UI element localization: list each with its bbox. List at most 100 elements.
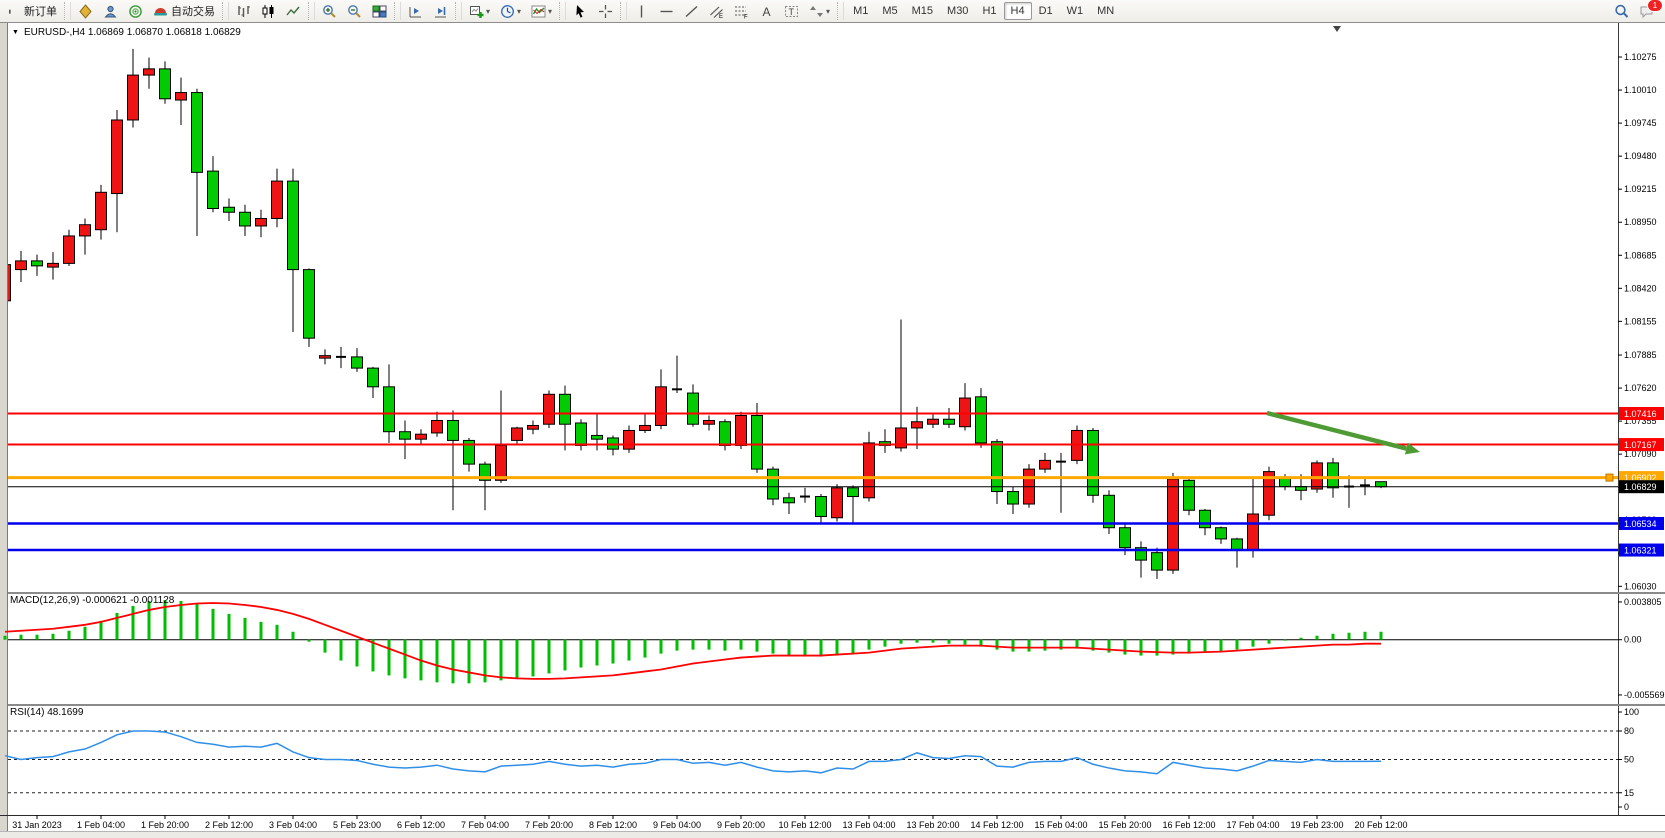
svg-text:E: E [719, 14, 723, 19]
arrows-icon[interactable]: ▾ [805, 2, 834, 21]
rsi-scale-label: 100 [1624, 707, 1639, 717]
profile-icon[interactable] [74, 2, 97, 21]
price-tick-label: 1.07885 [1624, 350, 1657, 360]
macd-layer: 0.0038050.00-0.005569 [4, 597, 1665, 700]
rsi-scale-label: 0 [1624, 802, 1629, 812]
rsi-scale-label: 50 [1624, 755, 1634, 765]
time-tick-label: 16 Feb 12:00 [1162, 820, 1215, 830]
chart-shift-marker [1333, 26, 1341, 32]
line-chart-icon [286, 4, 301, 19]
timeframe-m5[interactable]: M5 [875, 2, 904, 20]
chevron-down-icon[interactable]: ▾ [826, 7, 830, 16]
new-order-button-label: 新订单 [24, 3, 57, 19]
timeframe-m30[interactable]: M30 [940, 2, 975, 20]
candlestick-chart-icon[interactable] [257, 2, 280, 21]
chevron-down-icon[interactable]: ▾ [517, 7, 521, 16]
bar-chart-icon [236, 4, 251, 19]
time-tick-label: 17 Feb 04:00 [1226, 820, 1279, 830]
price-tick-label: 1.08685 [1624, 250, 1657, 260]
timeframe-h1[interactable]: H1 [975, 2, 1003, 20]
toolbar: 新订单 自动交易 ▾ ▾ ▾ E FAT ▾ M1M5M15M30H1H4D1W1MN 1 [0, 0, 1665, 23]
window-edge-icon [1, 2, 15, 21]
bar-chart-icon[interactable] [232, 2, 255, 21]
notification-badge: 1 [1647, 0, 1663, 12]
time-tick-label: 13 Feb 04:00 [842, 820, 895, 830]
vertical-line-icon [634, 4, 649, 19]
search-icon[interactable] [1610, 2, 1633, 21]
timeframe-d1[interactable]: D1 [1032, 2, 1060, 20]
toolbar-group [317, 0, 392, 22]
horizontal-line-icon[interactable] [655, 2, 678, 21]
price-tick-label: 1.09215 [1624, 184, 1657, 194]
chart-canvas[interactable]: 1.102751.100101.097451.094801.092151.089… [0, 23, 1665, 838]
arrows-icon [809, 4, 824, 19]
chart-shift-icon[interactable] [404, 2, 427, 21]
autotrade-icon [153, 4, 168, 19]
equidistant-channel-icon: E [709, 4, 724, 19]
fibonacci-icon[interactable]: F [730, 2, 753, 21]
time-tick-label: 1 Feb 20:00 [141, 820, 189, 830]
macd-indicator-label: MACD(12,26,9) -0.000621 -0.001128 [10, 595, 174, 606]
time-tick-label: 19 Feb 23:00 [1290, 820, 1343, 830]
timeframe-m1[interactable]: M1 [846, 2, 875, 20]
chart-menu-icon[interactable]: ▼ [12, 29, 19, 36]
toolbar-group: 自动交易 [73, 0, 220, 22]
tile-windows-icon[interactable] [368, 2, 391, 21]
market-watch-icon[interactable] [99, 2, 122, 21]
price-tick-label: 1.10010 [1624, 85, 1657, 95]
price-tick-label: 1.10275 [1624, 52, 1657, 62]
timeframe-w1[interactable]: W1 [1060, 2, 1091, 20]
text-icon: A [759, 4, 774, 19]
text-label-icon[interactable]: T [780, 2, 803, 21]
price-badge-1.07167: 1.07167 [1619, 438, 1664, 451]
toolbar-group: 新订单 [0, 0, 62, 22]
time-tick-label: 7 Feb 04:00 [461, 820, 509, 830]
zoom-out-icon[interactable] [343, 2, 366, 21]
price-tick-label: 1.06030 [1624, 581, 1657, 591]
new-order-button[interactable]: 新订单 [17, 1, 61, 21]
chevron-down-icon[interactable]: ▾ [486, 7, 490, 16]
text-icon[interactable]: A [755, 2, 778, 21]
toolbar-group [403, 0, 453, 22]
fibonacci-icon: F [734, 4, 749, 19]
cursor-icon [573, 4, 588, 19]
price-tick-label: 1.08420 [1624, 283, 1657, 293]
periods-icon[interactable]: ▾ [496, 2, 525, 21]
svg-text:1.06829: 1.06829 [1624, 482, 1657, 492]
signals-icon[interactable] [124, 2, 147, 21]
price-tick-label: 1.09480 [1624, 151, 1657, 161]
trendline-icon[interactable] [680, 2, 703, 21]
time-tick-label: 31 Jan 2023 [12, 820, 62, 830]
indicators-icon [531, 4, 546, 19]
time-tick-label: 9 Feb 20:00 [717, 820, 765, 830]
window-edge-icon [5, 4, 11, 19]
price-badge-1.07416: 1.07416 [1619, 407, 1664, 420]
price-axis: 1.102751.100101.097451.094801.092151.089… [1618, 52, 1664, 591]
crosshair-icon[interactable] [594, 2, 617, 21]
toolbar-separator [837, 2, 844, 20]
chart-title-text: EURUSD-,H4 1.06869 1.06870 1.06818 1.068… [24, 27, 241, 38]
chevron-down-icon[interactable]: ▾ [548, 7, 552, 16]
text-label-icon: T [784, 4, 799, 19]
trend-arrow[interactable] [1267, 413, 1406, 449]
timeframe-m15[interactable]: M15 [905, 2, 940, 20]
line-chart-icon[interactable] [282, 2, 305, 21]
signals-icon [128, 4, 143, 19]
timeframe-h4[interactable]: H4 [1004, 2, 1032, 20]
autotrade-button[interactable]: 自动交易 [149, 1, 219, 21]
auto-scroll-icon[interactable] [429, 2, 452, 21]
indicators-icon[interactable]: ▾ [527, 2, 556, 21]
vertical-line-icon[interactable] [630, 2, 653, 21]
notifications-icon[interactable]: 1 [1635, 2, 1658, 21]
new-chart-icon[interactable]: ▾ [465, 2, 494, 21]
tile-windows-icon [372, 4, 387, 19]
zoom-in-icon[interactable] [318, 2, 341, 21]
price-badge-1.06321: 1.06321 [1619, 544, 1664, 557]
equidistant-channel-icon[interactable]: E [705, 2, 728, 21]
price-badge-1.06534: 1.06534 [1619, 517, 1664, 530]
time-tick-label: 14 Feb 12:00 [970, 820, 1023, 830]
timeframe-mn[interactable]: MN [1090, 2, 1121, 20]
time-tick-label: 3 Feb 04:00 [269, 820, 317, 830]
cursor-icon[interactable] [569, 2, 592, 21]
macd-min-label: -0.005569 [1624, 690, 1665, 700]
